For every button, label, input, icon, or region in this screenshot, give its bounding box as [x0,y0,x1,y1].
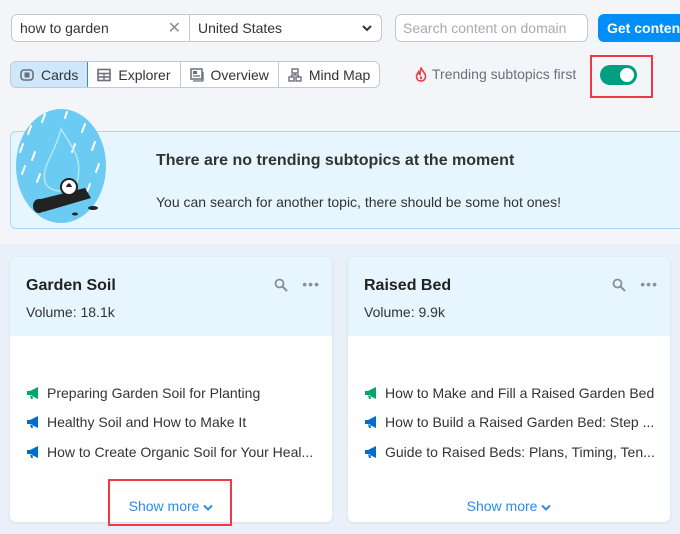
tab-explorer-label: Explorer [118,66,171,83]
headline-text: How to Make and Fill a Raised Garden Bed [385,384,655,401]
headline-list: How to Make and Fill a Raised Garden Bed… [364,378,655,467]
volume-label: Volume: [26,304,77,320]
no-trending-banner: There are no trending subtopics at the m… [10,131,680,229]
tab-mind-map[interactable]: Mind Map [279,62,379,87]
search-icon[interactable] [274,278,288,292]
headline-text: How to Create Organic Soil for Your Heal… [47,443,314,460]
card-title[interactable]: Garden Soil [26,277,116,295]
card-volume: Volume: 18.1k [26,304,115,320]
mindmap-icon [288,67,302,82]
show-more-label: Show more [466,498,538,514]
show-more-button[interactable]: Show more [348,498,670,514]
rainy-campfire-illustration [16,109,106,223]
tab-mind-map-label: Mind Map [308,66,371,83]
megaphone-icon [365,416,376,429]
card-header: Garden Soil Volume: 18.1k ••• [10,257,332,336]
search-bar: how to garden ✕ United States [11,14,382,42]
chevron-down-icon [362,25,372,32]
fire-icon [415,66,427,82]
card-volume: Volume: 9.9k [364,304,445,320]
tab-overview-label: Overview [210,66,269,83]
headline-text: How to Build a Raised Garden Bed: Step .… [385,414,655,431]
more-options-icon[interactable]: ••• [302,277,320,291]
tab-cards[interactable]: Cards [11,62,89,87]
tab-explorer[interactable]: Explorer [88,62,181,87]
highlight-box-toggle [590,55,653,98]
megaphone-icon [27,416,38,429]
headline-item[interactable]: How to Create Organic Soil for Your Heal… [26,437,313,467]
volume-value: 9.9k [418,304,445,320]
headline-text: Preparing Garden Soil for Planting [47,384,261,401]
topic-card: Raised Bed Volume: 9.9k ••• How to Make … [348,257,670,522]
headline-item[interactable]: How to Make and Fill a Raised Garden Bed [364,378,655,408]
domain-search-input[interactable]: Search content on domain [395,14,588,42]
keyword-value[interactable]: how to garden [20,20,168,36]
domain-placeholder: Search content on domain [403,20,567,36]
search-icon[interactable] [612,278,626,292]
volume-value: 18.1k [80,304,115,320]
banner-title: There are no trending subtopics at the m… [156,152,515,169]
keyword-input[interactable]: how to garden ✕ [11,14,190,42]
card-header: Raised Bed Volume: 9.9k ••• [348,257,670,336]
get-content-ideas-button[interactable]: Get content ideas [598,14,680,42]
cards-icon [20,68,34,81]
highlight-box-show-more [108,479,232,526]
headline-item[interactable]: Preparing Garden Soil for Planting [26,378,313,408]
megaphone-icon [365,445,376,458]
trending-label: Trending subtopics first [432,66,577,82]
headline-list: Preparing Garden Soil for Planting Healt… [26,378,313,467]
tab-cards-label: Cards [41,66,79,83]
headline-item[interactable]: Guide to Raised Beds: Plans, Timing, Ten… [364,437,655,467]
tab-overview[interactable]: Overview [181,62,279,87]
overview-icon [189,67,204,82]
headline-item[interactable]: Healthy Soil and How to Make It [26,408,313,438]
chevron-down-icon [541,504,552,511]
country-value: United States [198,20,283,36]
banner-subtitle: You can search for another topic, there … [156,194,561,210]
country-select[interactable]: United States [190,14,382,42]
trending-subtopics: Trending subtopics first [415,66,576,82]
headline-text: Healthy Soil and How to Make It [47,414,247,431]
megaphone-icon [27,386,38,399]
table-icon [97,68,112,81]
headline-item[interactable]: How to Build a Raised Garden Bed: Step .… [364,408,655,438]
headline-text: Guide to Raised Beds: Plans, Timing, Ten… [385,443,655,460]
volume-label: Volume: [364,304,415,320]
more-options-icon[interactable]: ••• [640,277,658,291]
megaphone-icon [27,445,38,458]
card-title[interactable]: Raised Bed [364,277,451,295]
clear-icon[interactable]: ✕ [168,18,181,38]
megaphone-icon [365,386,376,399]
view-tabs: Cards Explorer Overview Mind Map [10,61,381,88]
